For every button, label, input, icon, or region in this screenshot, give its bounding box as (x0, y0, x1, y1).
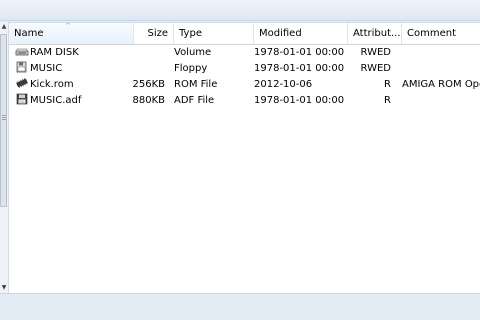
floppy-drive-icon (15, 61, 29, 73)
column-header-type[interactable]: Type (174, 23, 254, 44)
row-name-cell: MUSIC (15, 61, 125, 77)
file-size (125, 45, 165, 61)
column-header-label: Comment (407, 28, 456, 39)
file-size: 256KB (132, 79, 165, 90)
table-row[interactable]: MUSIC Floppy 1978-01-01 00:00 RWED (9, 61, 480, 77)
column-header-name[interactable]: ^ Name (9, 23, 134, 44)
file-comment (402, 93, 480, 109)
column-header-label: Modified (259, 28, 302, 39)
file-comment (402, 45, 480, 61)
column-header-label: Size (147, 28, 168, 39)
file-name: Kick.rom (30, 79, 74, 90)
column-header-label: Name (14, 28, 44, 39)
file-attributes: RWED (360, 63, 391, 74)
row-name-cell: Kick.rom (15, 77, 125, 93)
file-comment: AMIGA ROM Ope (402, 79, 480, 90)
file-type: ROM File (174, 79, 218, 90)
scroll-down-arrow-icon[interactable]: ▼ (0, 283, 8, 293)
scroll-up-arrow-icon[interactable]: ▲ (0, 22, 8, 32)
file-modified: 1978-01-01 00:00 (254, 95, 345, 106)
file-rows: RAM DISK Volume 1978-01-01 00:00 RWED MU… (9, 45, 480, 109)
vertical-scrollbar[interactable]: ▲ ▼ (0, 22, 9, 293)
disk-image-icon (15, 93, 29, 105)
rom-chip-icon (15, 77, 29, 89)
file-list[interactable]: ^ Name Size Type Modified Attribut... Co… (9, 22, 480, 294)
column-header-label: Attribut... (353, 28, 401, 39)
row-name-cell: RAM DISK (15, 45, 125, 61)
table-row[interactable]: RAM DISK Volume 1978-01-01 00:00 RWED (9, 45, 480, 61)
file-attributes: R (384, 79, 391, 90)
file-type: ADF File (174, 95, 215, 106)
column-header-label: Type (179, 28, 202, 39)
table-row[interactable]: MUSIC.adf 880KB ADF File 1978-01-01 00:0… (9, 93, 480, 109)
file-attributes: R (384, 95, 391, 106)
file-modified: 1978-01-01 00:00 (254, 63, 345, 74)
file-type: Floppy (174, 63, 208, 74)
column-header-attributes[interactable]: Attribut... (348, 23, 402, 44)
column-header-comment[interactable]: Comment (402, 23, 480, 44)
file-size (125, 61, 165, 77)
file-name: MUSIC.adf (30, 95, 82, 106)
column-header-modified[interactable]: Modified (254, 23, 348, 44)
ram-disk-icon (15, 45, 29, 57)
file-name: MUSIC (30, 63, 63, 74)
file-name: RAM DISK (30, 47, 79, 58)
row-name-cell: MUSIC.adf (15, 93, 125, 109)
column-header-size[interactable]: Size (134, 23, 174, 44)
status-area (0, 293, 480, 320)
file-modified: 1978-01-01 00:00 (254, 47, 345, 58)
file-type: Volume (174, 47, 212, 58)
sort-ascending-icon: ^ (65, 23, 71, 30)
toolbar-area (0, 0, 480, 21)
column-header-bar: ^ Name Size Type Modified Attribut... Co… (9, 23, 480, 45)
file-modified: 2012-10-06 (254, 79, 313, 90)
scrollbar-thumb[interactable] (0, 34, 7, 207)
file-size: 880KB (132, 95, 165, 106)
table-row[interactable]: Kick.rom 256KB ROM File 2012-10-06 R AMI… (9, 77, 480, 93)
file-comment (402, 61, 480, 77)
file-attributes: RWED (360, 47, 391, 58)
